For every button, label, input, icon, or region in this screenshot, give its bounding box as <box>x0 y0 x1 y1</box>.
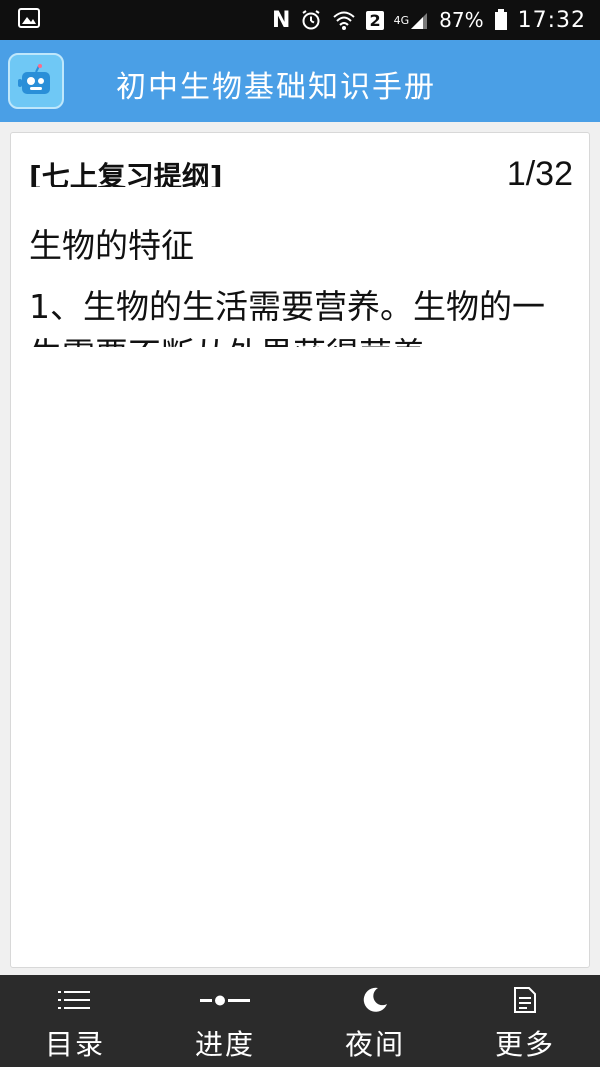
nav-label-contents: 目录 <box>44 1028 105 1061</box>
status-bar: N 2 4G 87% 17:32 <box>0 0 600 40</box>
app-bar: 初中生物基础知识手册 <box>0 40 600 122</box>
moon-icon <box>360 985 390 1015</box>
body-text: 1、生物的生活需要营养。生物的一生需要不断从外界获得营养 <box>29 287 545 347</box>
nav-item-night[interactable]: 夜间 <box>300 975 450 1067</box>
nfc-icon: N <box>272 7 291 33</box>
robot-icon[interactable] <box>8 53 64 109</box>
nav-item-progress[interactable]: 进度 <box>150 975 300 1067</box>
status-right: N 2 4G 87% 17:32 <box>272 8 586 33</box>
status-left <box>18 8 40 32</box>
list-icon <box>58 985 92 1015</box>
nav-label-night: 夜间 <box>344 1028 405 1061</box>
battery-icon <box>494 9 508 31</box>
reader-content-card[interactable]: [七上复习提纲] 1/32 生物的特征 1、生物的生活需要营养。生物的一生需要不… <box>10 132 590 968</box>
nav-item-more[interactable]: 更多 <box>450 975 600 1067</box>
nav-item-contents[interactable]: 目录 <box>0 975 150 1067</box>
app-title: 初中生物基础知识手册 <box>116 70 436 105</box>
chapter-title: [七上复习提纲] <box>29 160 223 187</box>
wifi-icon <box>332 9 356 31</box>
progress-slider-icon <box>200 985 250 1015</box>
section-heading: 生物的特征 <box>29 226 194 265</box>
bottom-nav: 目录 进度 夜间 更多 <box>0 975 600 1067</box>
sim-badge: 2 <box>366 10 384 30</box>
page-indicator: 1/32 <box>506 155 573 193</box>
gallery-notification-icon <box>18 8 40 32</box>
network-type: 4G <box>393 13 410 27</box>
clock: 17:32 <box>517 7 586 33</box>
nav-label-more: 更多 <box>494 1028 555 1061</box>
document-icon <box>513 985 537 1015</box>
battery-percent: 87% <box>439 8 484 32</box>
nav-label-progress: 进度 <box>194 1028 255 1061</box>
alarm-icon <box>300 9 322 31</box>
signal-icon: 4G <box>394 10 430 30</box>
